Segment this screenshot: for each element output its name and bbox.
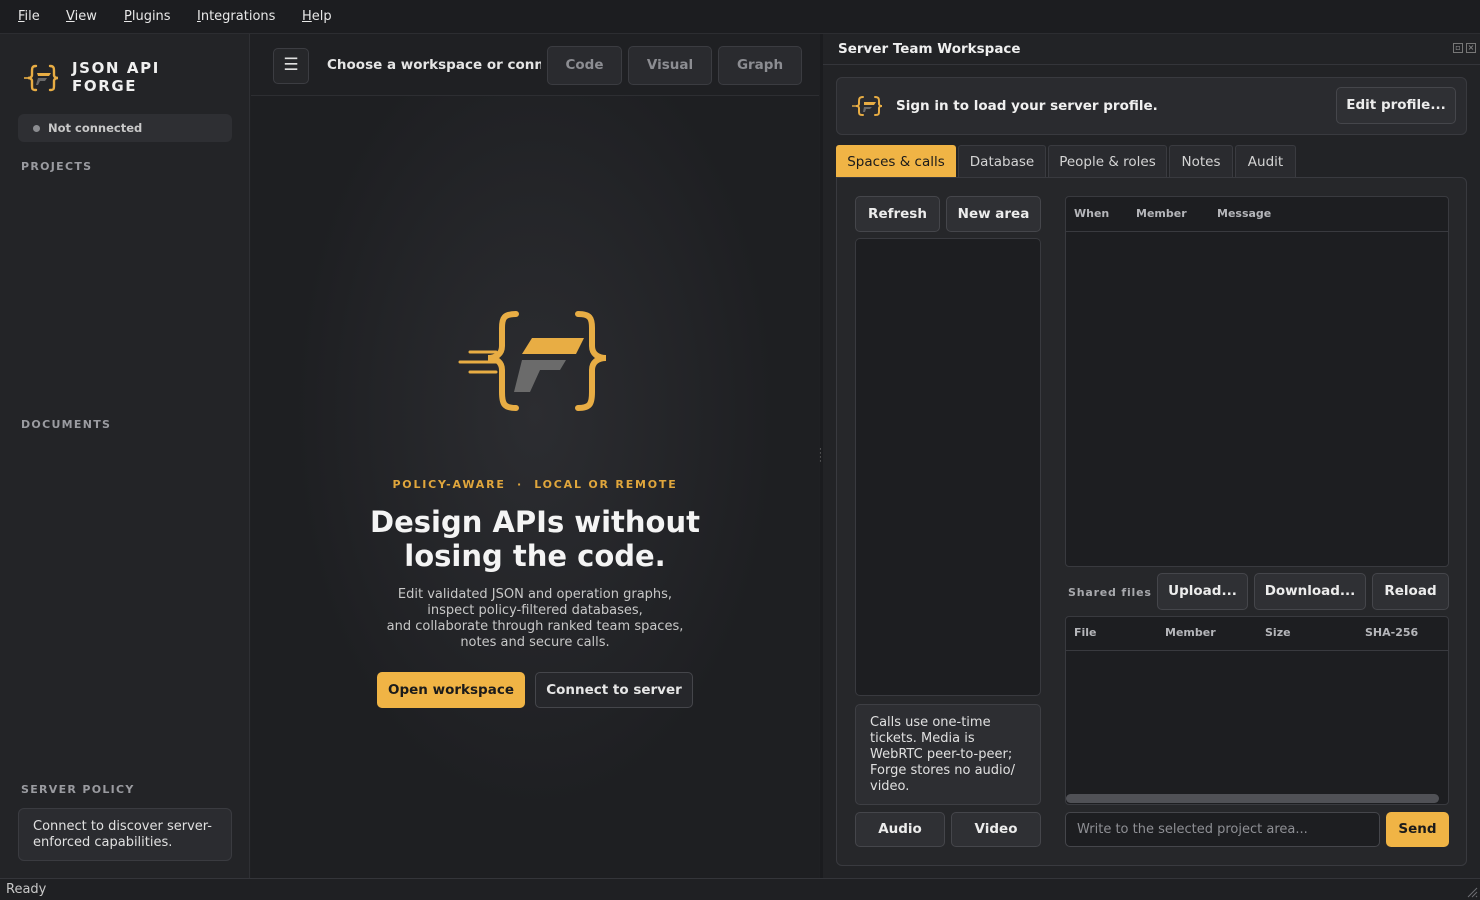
tab-notes[interactable]: Notes	[1169, 145, 1233, 178]
documents-list[interactable]	[18, 438, 232, 768]
menu-integrations[interactable]: Integrations	[197, 9, 275, 24]
tab-database[interactable]: Database	[958, 145, 1046, 178]
menu-plugins-label: lugins	[131, 9, 171, 24]
brand-line-1: JSON API	[72, 59, 160, 77]
profile-prompt: Sign in to load your server profile.	[896, 98, 1158, 114]
welcome-area	[251, 34, 819, 878]
status-dot-icon	[33, 125, 40, 132]
shared-files-label: Shared files	[1068, 586, 1152, 599]
menu-view-mnemonic: V	[66, 9, 75, 24]
refresh-button[interactable]: Refresh	[855, 196, 940, 232]
status-text: Ready	[6, 882, 47, 897]
hero-desc-line-3: and collaborate through ranked team spac…	[386, 619, 684, 634]
project-areas-list[interactable]	[855, 238, 1041, 696]
tab-spaces-calls[interactable]: Spaces & calls	[836, 145, 956, 178]
files-horizontal-scrollbar[interactable]	[1066, 794, 1439, 803]
brand-name: JSON API FORGE	[72, 59, 160, 95]
dock-divider	[823, 64, 1480, 65]
hero-desc-line-4: notes and secure calls.	[460, 635, 610, 650]
send-button[interactable]: Send	[1386, 812, 1449, 847]
files-header-divider	[1066, 650, 1448, 651]
resize-grip-icon[interactable]	[1466, 886, 1478, 898]
dock-title: Server Team Workspace	[838, 41, 1021, 57]
documents-heading: DOCUMENTS	[21, 418, 112, 431]
projects-heading: PROJECTS	[21, 160, 93, 173]
visual-view-button[interactable]: Visual	[628, 46, 712, 85]
menu-file-label: ile	[24, 9, 40, 24]
shared-files-table[interactable]	[1065, 616, 1449, 805]
messages-table[interactable]	[1065, 196, 1449, 567]
projects-list[interactable]	[18, 180, 232, 400]
forge-logo-icon	[24, 64, 59, 92]
edit-profile-button[interactable]: Edit profile...	[1336, 87, 1456, 124]
open-workspace-button[interactable]: Open workspace	[377, 672, 525, 708]
connect-to-server-button[interactable]: Connect to server	[535, 672, 693, 708]
column-size[interactable]: Size	[1265, 626, 1291, 639]
hero-title-line-1: Design APIs without	[370, 505, 700, 539]
upload-button[interactable]: Upload...	[1157, 573, 1248, 610]
graph-view-button[interactable]: Graph	[718, 46, 802, 85]
menu-help[interactable]: Help	[302, 9, 332, 24]
menu-file[interactable]: File	[18, 9, 40, 24]
hero-description: Edit validated JSON and operation graphs…	[251, 587, 819, 651]
tab-audit[interactable]: Audit	[1235, 145, 1296, 178]
column-file-member[interactable]: Member	[1165, 626, 1216, 639]
server-policy-heading: SERVER POLICY	[21, 783, 135, 796]
audio-call-button[interactable]: Audio	[855, 812, 945, 847]
hero-tagline: POLICY-AWARE · LOCAL OR REMOTE	[392, 478, 678, 491]
reload-button[interactable]: Reload	[1372, 573, 1449, 610]
message-input[interactable]	[1065, 812, 1380, 847]
tab-people-roles[interactable]: People & roles	[1048, 145, 1167, 178]
column-when[interactable]: When	[1074, 207, 1109, 220]
video-call-button[interactable]: Video	[951, 812, 1041, 847]
forge-logo-icon	[852, 96, 883, 116]
new-area-button[interactable]: New area	[946, 196, 1041, 232]
column-file[interactable]: File	[1074, 626, 1097, 639]
dock-float-icon[interactable]: ▫	[1453, 43, 1463, 53]
column-member[interactable]: Member	[1136, 207, 1187, 220]
menu-plugins[interactable]: Plugins	[124, 9, 171, 24]
menu-help-mnemonic: H	[302, 9, 312, 24]
menu-view-label: iew	[74, 9, 97, 24]
column-message[interactable]: Message	[1217, 207, 1271, 220]
menu-help-label: elp	[311, 9, 332, 24]
connection-status-text: Not connected	[48, 121, 143, 135]
dock-close-icon[interactable]: ×	[1466, 43, 1476, 53]
download-button[interactable]: Download...	[1254, 573, 1366, 610]
messages-header-divider	[1066, 231, 1448, 232]
menu-view[interactable]: View	[66, 9, 97, 24]
workspace-prompt: Choose a workspace or connect	[327, 57, 541, 73]
menu-plugins-mnemonic: P	[124, 9, 132, 24]
column-sha256[interactable]: SHA-256	[1365, 626, 1418, 639]
hero-desc-line-2: inspect policy-filtered databases,	[427, 603, 643, 618]
hero-desc-line-1: Edit validated JSON and operation graphs…	[397, 587, 673, 602]
status-bar	[0, 878, 1480, 900]
brand-line-2: FORGE	[72, 77, 138, 95]
hamburger-icon[interactable]: ☰	[273, 48, 309, 84]
menu-integrations-label: ntegrations	[200, 9, 276, 24]
calls-info-text: Calls use one-time tickets. Media is Web…	[870, 715, 1015, 794]
forge-hero-logo-icon	[458, 311, 607, 411]
hero-title: Design APIs without losing the code.	[251, 505, 819, 573]
code-view-button[interactable]: Code	[547, 46, 622, 85]
hero-title-line-2: losing the code.	[404, 539, 666, 573]
server-policy-text: Connect to discover server-enforced capa…	[33, 819, 212, 850]
